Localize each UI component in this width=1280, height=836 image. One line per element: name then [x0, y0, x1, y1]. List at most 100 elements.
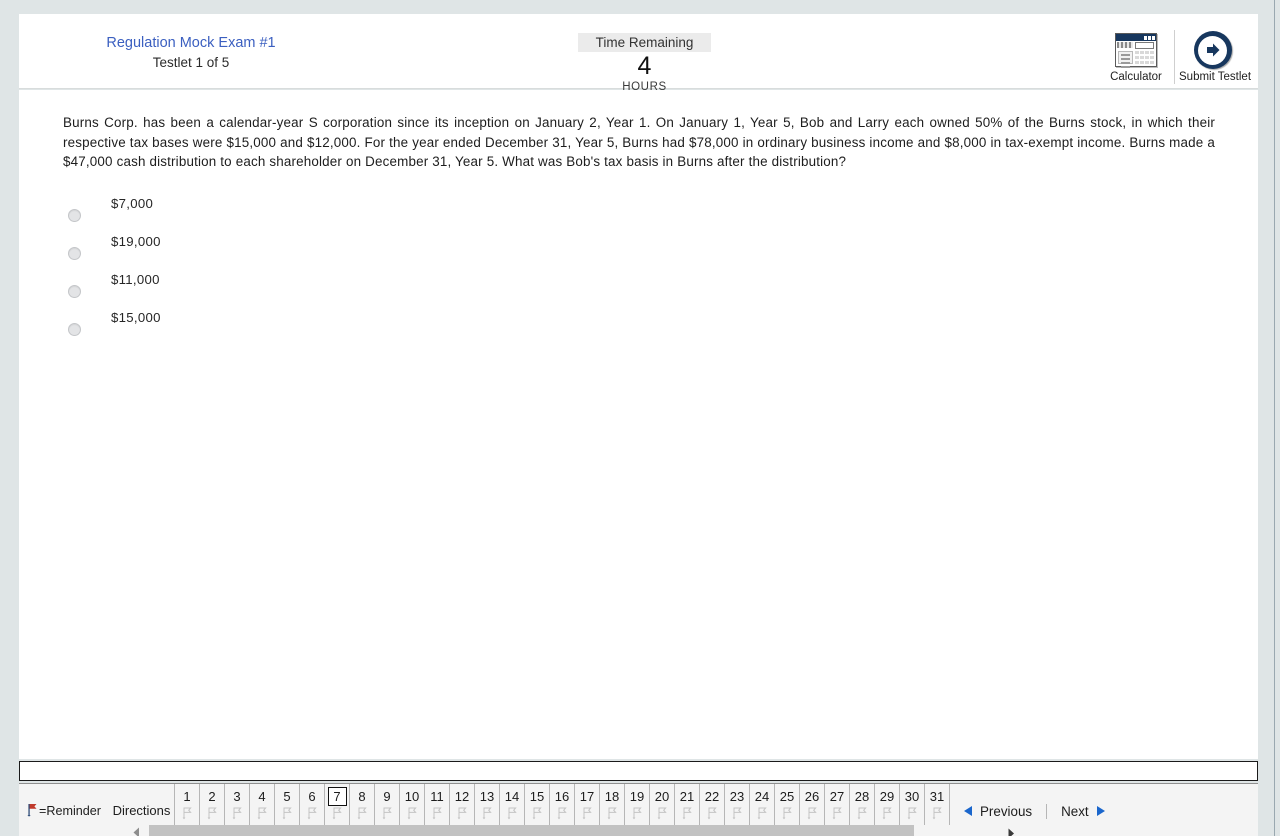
- question-number-cell[interactable]: 21: [675, 784, 700, 825]
- question-number-cell[interactable]: 12: [450, 784, 475, 825]
- question-number-label: 22: [704, 788, 720, 804]
- question-number-label: 7: [327, 787, 347, 806]
- reminder-flag-icon[interactable]: [607, 807, 617, 825]
- reminder-flag-icon[interactable]: [932, 807, 942, 825]
- question-number-cell[interactable]: 14: [500, 784, 525, 825]
- question-number-label: 6: [308, 788, 316, 804]
- question-number-cell[interactable]: 15: [525, 784, 550, 825]
- reminder-flag-icon[interactable]: [382, 807, 392, 825]
- question-number-cell[interactable]: 22: [700, 784, 725, 825]
- next-button[interactable]: Next: [1047, 804, 1115, 819]
- reminder-flag-icon[interactable]: [307, 807, 317, 825]
- radio-button[interactable]: [68, 285, 81, 298]
- scroll-left-icon[interactable]: [133, 825, 141, 836]
- reminder-flag-icon[interactable]: [707, 807, 717, 825]
- answer-option-label[interactable]: $7,000: [111, 196, 153, 211]
- reminder-flag-icon[interactable]: [207, 807, 217, 825]
- question-stem: Burns Corp. has been a calendar-year S c…: [63, 115, 1215, 170]
- scroll-right-icon[interactable]: [1007, 826, 1015, 836]
- submit-testlet-button[interactable]: Submit Testlet: [1174, 30, 1251, 84]
- answer-option-label[interactable]: $19,000: [111, 234, 161, 249]
- reminder-flag-icon[interactable]: [582, 807, 592, 825]
- answer-option-label[interactable]: $11,000: [111, 272, 160, 287]
- exam-header: Regulation Mock Exam #1 Testlet 1 of 5 T…: [19, 14, 1258, 93]
- reminder-flag-icon[interactable]: [682, 807, 692, 825]
- reminder-flag-icon[interactable]: [332, 807, 342, 825]
- previous-button[interactable]: Previous: [954, 803, 1048, 819]
- question-number-cell[interactable]: 20: [650, 784, 675, 825]
- header-toolbar: Calculator Submit Testlet: [1098, 30, 1251, 92]
- time-remaining-label: Time Remaining: [577, 33, 712, 52]
- question-number-cell[interactable]: 11: [425, 784, 450, 825]
- reminder-flag-icon[interactable]: [657, 807, 667, 825]
- answer-option-4[interactable]: $15,000: [55, 304, 755, 342]
- question-number-label: 27: [829, 788, 845, 804]
- triangle-right-icon: [1096, 806, 1105, 816]
- status-bar: [19, 761, 1258, 781]
- question-number-cell[interactable]: 5: [275, 784, 300, 825]
- question-number-cell[interactable]: 4: [250, 784, 275, 825]
- question-number-cell[interactable]: 30: [900, 784, 925, 825]
- question-number-cell[interactable]: 3: [225, 784, 250, 825]
- calculator-label: Calculator: [1110, 71, 1162, 83]
- question-number-cell[interactable]: 25: [775, 784, 800, 825]
- reminder-flag-icon[interactable]: [257, 807, 267, 825]
- question-number-cell[interactable]: 7: [325, 784, 350, 825]
- answer-option-label[interactable]: $15,000: [111, 310, 161, 325]
- answer-option-1[interactable]: $7,000: [55, 190, 755, 228]
- question-number-cell[interactable]: 10: [400, 784, 425, 825]
- calculator-button[interactable]: Calculator: [1098, 30, 1174, 84]
- reminder-flag-icon[interactable]: [732, 807, 742, 825]
- radio-button[interactable]: [68, 209, 81, 222]
- question-number-cell[interactable]: 17: [575, 784, 600, 825]
- scrollbar-thumb[interactable]: [149, 825, 914, 836]
- question-number-cell[interactable]: 31: [925, 784, 950, 825]
- reminder-flag-icon[interactable]: [757, 807, 767, 825]
- reminder-flag-icon[interactable]: [782, 807, 792, 825]
- answer-option-3[interactable]: $11,000: [55, 266, 755, 304]
- question-number-cell[interactable]: 23: [725, 784, 750, 825]
- question-number-cell[interactable]: 8: [350, 784, 375, 825]
- question-navigation-bar: =Reminder Directions 1 2 3 4 5 6 7 8 9 10 11 12 13 14…: [19, 783, 1258, 836]
- radio-button[interactable]: [68, 247, 81, 260]
- question-number-cell[interactable]: 16: [550, 784, 575, 825]
- question-number-cell[interactable]: 18: [600, 784, 625, 825]
- question-number-cell[interactable]: 27: [825, 784, 850, 825]
- question-number-label: 11: [430, 788, 444, 804]
- flag-icon: [27, 803, 38, 820]
- radio-button[interactable]: [68, 323, 81, 336]
- question-number-cell[interactable]: 19: [625, 784, 650, 825]
- reminder-flag-icon[interactable]: [482, 807, 492, 825]
- question-number-label: 31: [929, 788, 945, 804]
- question-list-scrollbar[interactable]: [119, 825, 1119, 836]
- reminder-flag-icon[interactable]: [432, 807, 442, 825]
- reminder-flag-icon[interactable]: [557, 807, 567, 825]
- reminder-flag-icon[interactable]: [182, 807, 192, 825]
- reminder-flag-icon[interactable]: [507, 807, 517, 825]
- reminder-flag-icon[interactable]: [457, 807, 467, 825]
- reminder-flag-icon[interactable]: [282, 807, 292, 825]
- question-number-cell[interactable]: 28: [850, 784, 875, 825]
- reminder-flag-icon[interactable]: [232, 807, 242, 825]
- question-number-cell[interactable]: 2: [200, 784, 225, 825]
- reminder-flag-icon[interactable]: [632, 807, 642, 825]
- question-number-cell[interactable]: 1: [175, 784, 200, 825]
- reminder-flag-icon[interactable]: [857, 807, 867, 825]
- question-number-cell[interactable]: 13: [475, 784, 500, 825]
- reminder-flag-icon[interactable]: [807, 807, 817, 825]
- directions-button[interactable]: Directions: [109, 784, 175, 825]
- reminder-flag-icon[interactable]: [357, 807, 367, 825]
- exam-title[interactable]: Regulation Mock Exam #1: [51, 34, 331, 52]
- question-number-cell[interactable]: 26: [800, 784, 825, 825]
- question-number-cell[interactable]: 24: [750, 784, 775, 825]
- answer-option-2[interactable]: $19,000: [55, 228, 755, 266]
- question-number-cell[interactable]: 9: [375, 784, 400, 825]
- reminder-flag-icon[interactable]: [832, 807, 842, 825]
- reminder-flag-icon[interactable]: [907, 807, 917, 825]
- reminder-flag-icon[interactable]: [407, 807, 417, 825]
- question-number-cell[interactable]: 29: [875, 784, 900, 825]
- page-scroll-edge: [1274, 0, 1280, 836]
- reminder-flag-icon[interactable]: [882, 807, 892, 825]
- question-number-cell[interactable]: 6: [300, 784, 325, 825]
- reminder-flag-icon[interactable]: [532, 807, 542, 825]
